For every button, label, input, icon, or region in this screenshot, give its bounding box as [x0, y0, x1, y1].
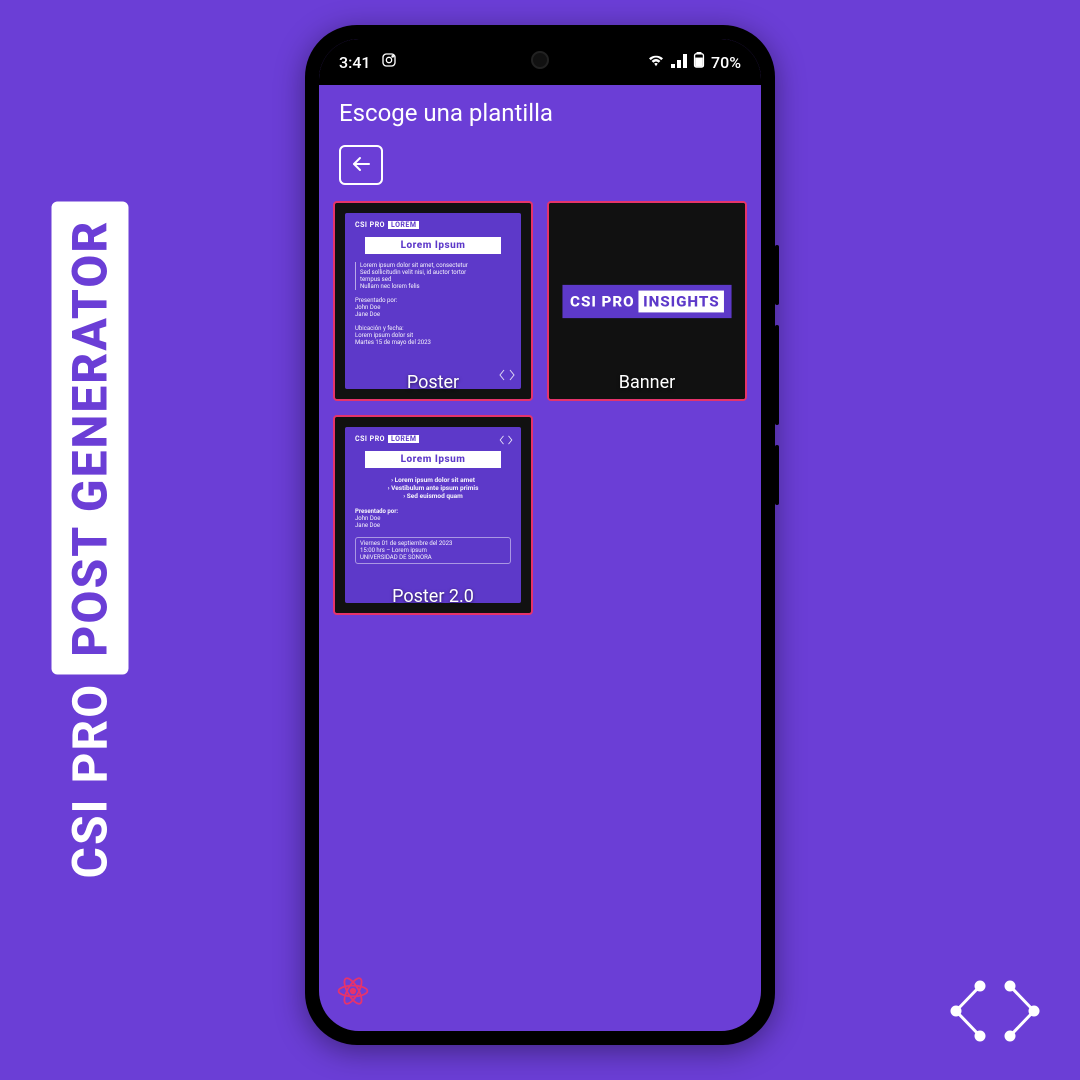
thumb-location-line: Martes 15 de mayo del 2023	[355, 339, 511, 346]
template-label: Banner	[549, 372, 745, 393]
brand-vertical: CSI PRO POST GENERATOR	[52, 202, 129, 879]
banner-thumbnail: CSI PRO INSIGHTS	[549, 203, 745, 399]
poster2-thumbnail: CSI PRO LOREM Lorem Ipsum › Lorem ipsum …	[345, 427, 521, 603]
phone-side-button	[775, 445, 779, 505]
page-title: Escoge una plantilla	[339, 99, 741, 127]
template-label: Poster 2.0	[335, 586, 531, 607]
template-card-banner[interactable]: CSI PRO INSIGHTS Banner	[547, 201, 747, 401]
thumb-head-pre: CSI PRO	[355, 435, 385, 443]
thumb-presented-label: Presentado por:	[355, 297, 511, 304]
status-time: 3:41	[339, 53, 371, 72]
camera-punch	[531, 51, 549, 69]
thumb-presenter: John Doe	[355, 515, 511, 522]
thumb-line: Nullam nec lorem felis	[360, 283, 511, 290]
back-button[interactable]	[339, 145, 383, 185]
wifi-icon	[647, 53, 665, 72]
thumb-head-pre: CSI PRO	[355, 221, 385, 229]
thumb-title: Lorem Ipsum	[365, 451, 501, 468]
brand-pre-text: CSI PRO	[62, 683, 119, 879]
thumb-presenter: Jane Doe	[355, 311, 511, 318]
thumb-footer-line: UNIVERSIDAD DE SONORA	[360, 554, 506, 561]
battery-icon	[693, 52, 705, 72]
banner-pre-text: CSI PRO	[570, 292, 635, 310]
code-icon	[950, 976, 1040, 1050]
phone-side-button	[775, 245, 779, 305]
thumb-title: Lorem Ipsum	[365, 237, 501, 254]
template-card-poster[interactable]: CSI PRO LOREM Lorem Ipsum Lorem ipsum do…	[333, 201, 533, 401]
poster-thumbnail: CSI PRO LOREM Lorem Ipsum Lorem ipsum do…	[345, 213, 521, 389]
signal-icon	[671, 53, 687, 72]
thumb-head-box: LOREM	[388, 435, 419, 443]
thumb-bullet: › Vestibulum ante ipsum primis	[355, 484, 511, 492]
thumb-line: Sed sollicitudin velit nisi, id auctor t…	[360, 269, 511, 276]
thumb-location-label: Ubicación y fecha:	[355, 325, 511, 332]
arrow-left-icon	[351, 153, 371, 177]
banner-box-text: INSIGHTS	[638, 290, 724, 312]
thumb-bullet: › Sed euismod quam	[355, 492, 511, 500]
instagram-icon	[381, 52, 397, 72]
thumb-lines: Lorem ipsum dolor sit amet, consectetur …	[355, 262, 511, 290]
brand-box-text: POST GENERATOR	[52, 202, 129, 675]
thumb-presenter: John Doe	[355, 304, 511, 311]
thumb-presenter: Jane Doe	[355, 522, 511, 529]
phone-screen: 3:41	[319, 39, 761, 1031]
phone-mock: 3:41	[305, 25, 775, 1045]
thumb-line: tempus sed	[360, 276, 511, 283]
template-grid: CSI PRO LOREM Lorem Ipsum Lorem ipsum do…	[319, 193, 761, 623]
thumb-presented-label: Presentado por:	[355, 508, 511, 515]
code-icon	[499, 435, 513, 447]
app-header: Escoge una plantilla	[319, 85, 761, 133]
thumb-head-box: LOREM	[388, 221, 419, 229]
thumb-footer-line: Viernes 01 de septiembre del 2023	[360, 540, 506, 547]
react-icon	[335, 973, 371, 1013]
battery-text: 70%	[711, 53, 741, 72]
phone-side-button	[775, 325, 779, 425]
thumb-bullet: › Lorem ipsum dolor sit amet	[355, 476, 511, 484]
thumb-location-line: Lorem ipsum dolor sit	[355, 332, 511, 339]
thumb-footer-line: 15:00 hrs – Lorem ipsum	[360, 547, 506, 554]
template-card-poster2[interactable]: CSI PRO LOREM Lorem Ipsum › Lorem ipsum …	[333, 415, 533, 615]
status-bar: 3:41	[319, 39, 761, 85]
template-label: Poster	[335, 372, 531, 393]
thumb-line: Lorem ipsum dolor sit amet, consectetur	[360, 262, 511, 269]
